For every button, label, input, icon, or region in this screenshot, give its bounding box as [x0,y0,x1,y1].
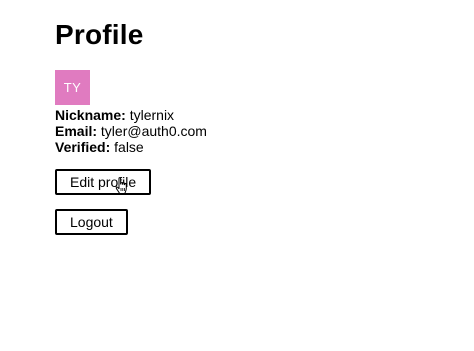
page-title: Profile [55,19,144,50]
nickname-row: Nickname: tylernix [55,107,207,123]
verified-label: Verified: [55,139,111,155]
avatar: TY [55,70,90,105]
profile-page: Profile TY Nickname: tylernix Email: tyl… [55,18,207,235]
edit-profile-button[interactable]: Edit profile [55,169,152,195]
verified-value: false [114,139,144,155]
profile-info: Nickname: tylernix Email: tyler@auth0.co… [55,107,207,155]
email-value: tyler@auth0.com [100,123,207,139]
nickname-label: Nickname: [55,107,126,123]
email-label: Email: [55,123,98,139]
verified-row: Verified: false [55,139,207,155]
hand-pointer-icon [115,177,127,194]
logout-button[interactable]: Logout [55,209,128,235]
email-row: Email: tyler@auth0.com [55,123,207,139]
nickname-value: tylernix [129,107,175,123]
